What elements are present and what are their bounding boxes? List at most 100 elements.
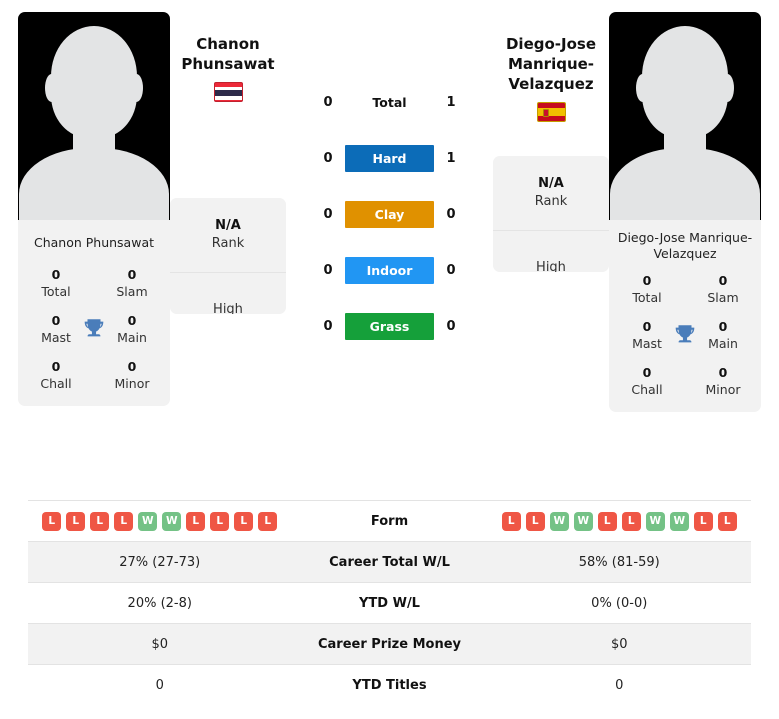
stat-value: 0 [51, 359, 61, 374]
right-player-photo [609, 12, 761, 220]
left-player-card[interactable]: Chanon Phunsawat 0 Total 0 Slam 0 Mast 0… [18, 12, 170, 406]
avatar-head [642, 26, 728, 138]
titles-row: 0 Mast 0 Main [619, 318, 751, 352]
info-cell-high: High [170, 273, 286, 314]
form-badge-loss: L [114, 511, 134, 531]
form-badge-loss: L [621, 511, 641, 531]
right-player-name-block: Diego-Jose Manrique- Velazquez [493, 12, 609, 128]
stat-label: Main [117, 330, 147, 345]
title-stat-chall: 0 Chall [28, 358, 84, 392]
titles-row: 0 Mast 0 Main [28, 312, 160, 346]
right-player-name-line-2: Manrique- [507, 55, 595, 73]
stats-row-label: Career Total W/L [329, 554, 450, 570]
left-career-prize-money: $0 [151, 636, 169, 652]
stat-label: Total [632, 290, 662, 305]
h2h-row-hard: 0 Hard 1 [286, 130, 493, 186]
avatar-ear-left [636, 74, 649, 102]
form-badge-loss: L [90, 511, 110, 531]
stat-value: 0 [642, 319, 652, 334]
right-ytd-wl: 0% (0-0) [591, 595, 648, 611]
stats-row-career-prize-money: $0 Career Prize Money $0 [28, 623, 751, 664]
info-value: N/A [215, 218, 241, 233]
form-badge-win: W [573, 511, 593, 531]
titles-row: 0 Chall 0 Minor [619, 364, 751, 398]
right-form-badges: LLWWLLWWLL [488, 511, 752, 531]
form-badge-loss: L [693, 511, 713, 531]
h2h-left-value: 0 [323, 150, 333, 166]
title-stat-chall: 0 Chall [619, 364, 675, 398]
info-label: Rank [534, 194, 568, 209]
form-badge-loss: L [66, 511, 86, 531]
form-badge-loss: L [186, 511, 206, 531]
player-comparison-page: Chanon Phunsawat 0 Total 0 Slam 0 Mast 0… [0, 0, 779, 719]
avatar-head [51, 26, 137, 138]
form-badge-win: W [669, 511, 689, 531]
stats-row-ytd-titles: 0 YTD Titles 0 [28, 664, 751, 705]
h2h-bar-hard[interactable]: Hard [345, 144, 434, 172]
title-stat-mast: 0 Mast [619, 318, 675, 352]
left-ytd-titles: 0 [155, 677, 164, 693]
left-player-photo [18, 12, 170, 220]
right-player-card[interactable]: Diego-Jose Manrique-Velazquez 0 Total 0 … [609, 12, 761, 412]
form-badge-loss: L [717, 511, 737, 531]
h2h-row-clay: 0 Clay 0 [286, 186, 493, 242]
avatar-shoulders [19, 148, 169, 220]
h2h-label-total: Total [372, 94, 407, 110]
titles-row: 0 Total 0 Slam [619, 272, 751, 306]
stat-label: Minor [114, 376, 150, 391]
title-stat-slam: 0 Slam [695, 272, 751, 306]
form-badge-win: W [138, 511, 158, 531]
stat-value: 0 [127, 359, 137, 374]
left-player-name-line-1: Chanon [196, 35, 260, 53]
stat-value: 0 [642, 273, 652, 288]
stat-label: Main [708, 336, 738, 351]
right-career-total-wl: 58% (81-59) [578, 554, 660, 570]
h2h-right-value: 0 [446, 318, 456, 334]
stats-row-form: LLLLWWLLLL Form LLWWLLWWLL [28, 500, 751, 541]
stat-value: 0 [718, 365, 728, 380]
h2h-row-total: 0 Total 1 [286, 74, 493, 130]
title-stat-total: 0 Total [619, 272, 675, 306]
titles-row: 0 Total 0 Slam [28, 266, 160, 300]
stats-row-label: YTD W/L [359, 595, 420, 611]
stats-row-ytd-wl: 20% (2-8) YTD W/L 0% (0-0) [28, 582, 751, 623]
form-badge-win: W [645, 511, 665, 531]
h2h-bar-grass[interactable]: Grass [345, 312, 434, 340]
title-stat-minor: 0 Minor [695, 364, 751, 398]
form-badge-loss: L [210, 511, 230, 531]
trophy-icon [675, 325, 695, 343]
form-badge-loss: L [597, 511, 617, 531]
title-stat-slam: 0 Slam [104, 266, 160, 300]
form-badge-loss: L [525, 511, 545, 531]
spain-coat-of-arms [542, 109, 549, 117]
h2h-right-value: 1 [446, 94, 456, 110]
right-player-info-stack: N/A Rank High 34 Age Plays [493, 156, 609, 272]
stat-label: Slam [707, 290, 739, 305]
form-badge-loss: L [501, 511, 521, 531]
trophy-icon [84, 319, 104, 337]
info-label: Rank [211, 236, 245, 251]
stat-label: Chall [40, 376, 72, 391]
stat-value: 0 [51, 267, 61, 282]
stats-row-career-total-wl: 27% (27-73) Career Total W/L 58% (81-59) [28, 541, 751, 582]
h2h-bar-indoor[interactable]: Indoor [345, 256, 434, 284]
right-player-name-line-1: Diego-Jose [505, 35, 597, 53]
left-player-name-line-2: Phunsawat [181, 55, 275, 73]
spain-flag-icon [536, 102, 566, 122]
form-badge-loss: L [42, 511, 62, 531]
left-form-badges: LLLLWWLLLL [28, 511, 292, 531]
h2h-bar-clay[interactable]: Clay [345, 200, 434, 228]
left-ytd-wl: 20% (2-8) [127, 595, 192, 611]
right-career-prize-money: $0 [610, 636, 628, 652]
left-player-info-stack: N/A Rank High 23 Age Plays [170, 198, 286, 314]
form-badge-win: W [162, 511, 182, 531]
stat-value: 0 [642, 365, 652, 380]
comparison-top-area: Chanon Phunsawat 0 Total 0 Slam 0 Mast 0… [0, 0, 779, 492]
h2h-left-value: 0 [323, 262, 333, 278]
title-stat-main: 0 Main [104, 312, 160, 346]
h2h-right-value: 1 [446, 150, 456, 166]
title-stat-minor: 0 Minor [104, 358, 160, 392]
h2h-row-grass: 0 Grass 0 [286, 298, 493, 354]
form-badge-loss: L [234, 511, 254, 531]
stat-label: Total [41, 284, 71, 299]
